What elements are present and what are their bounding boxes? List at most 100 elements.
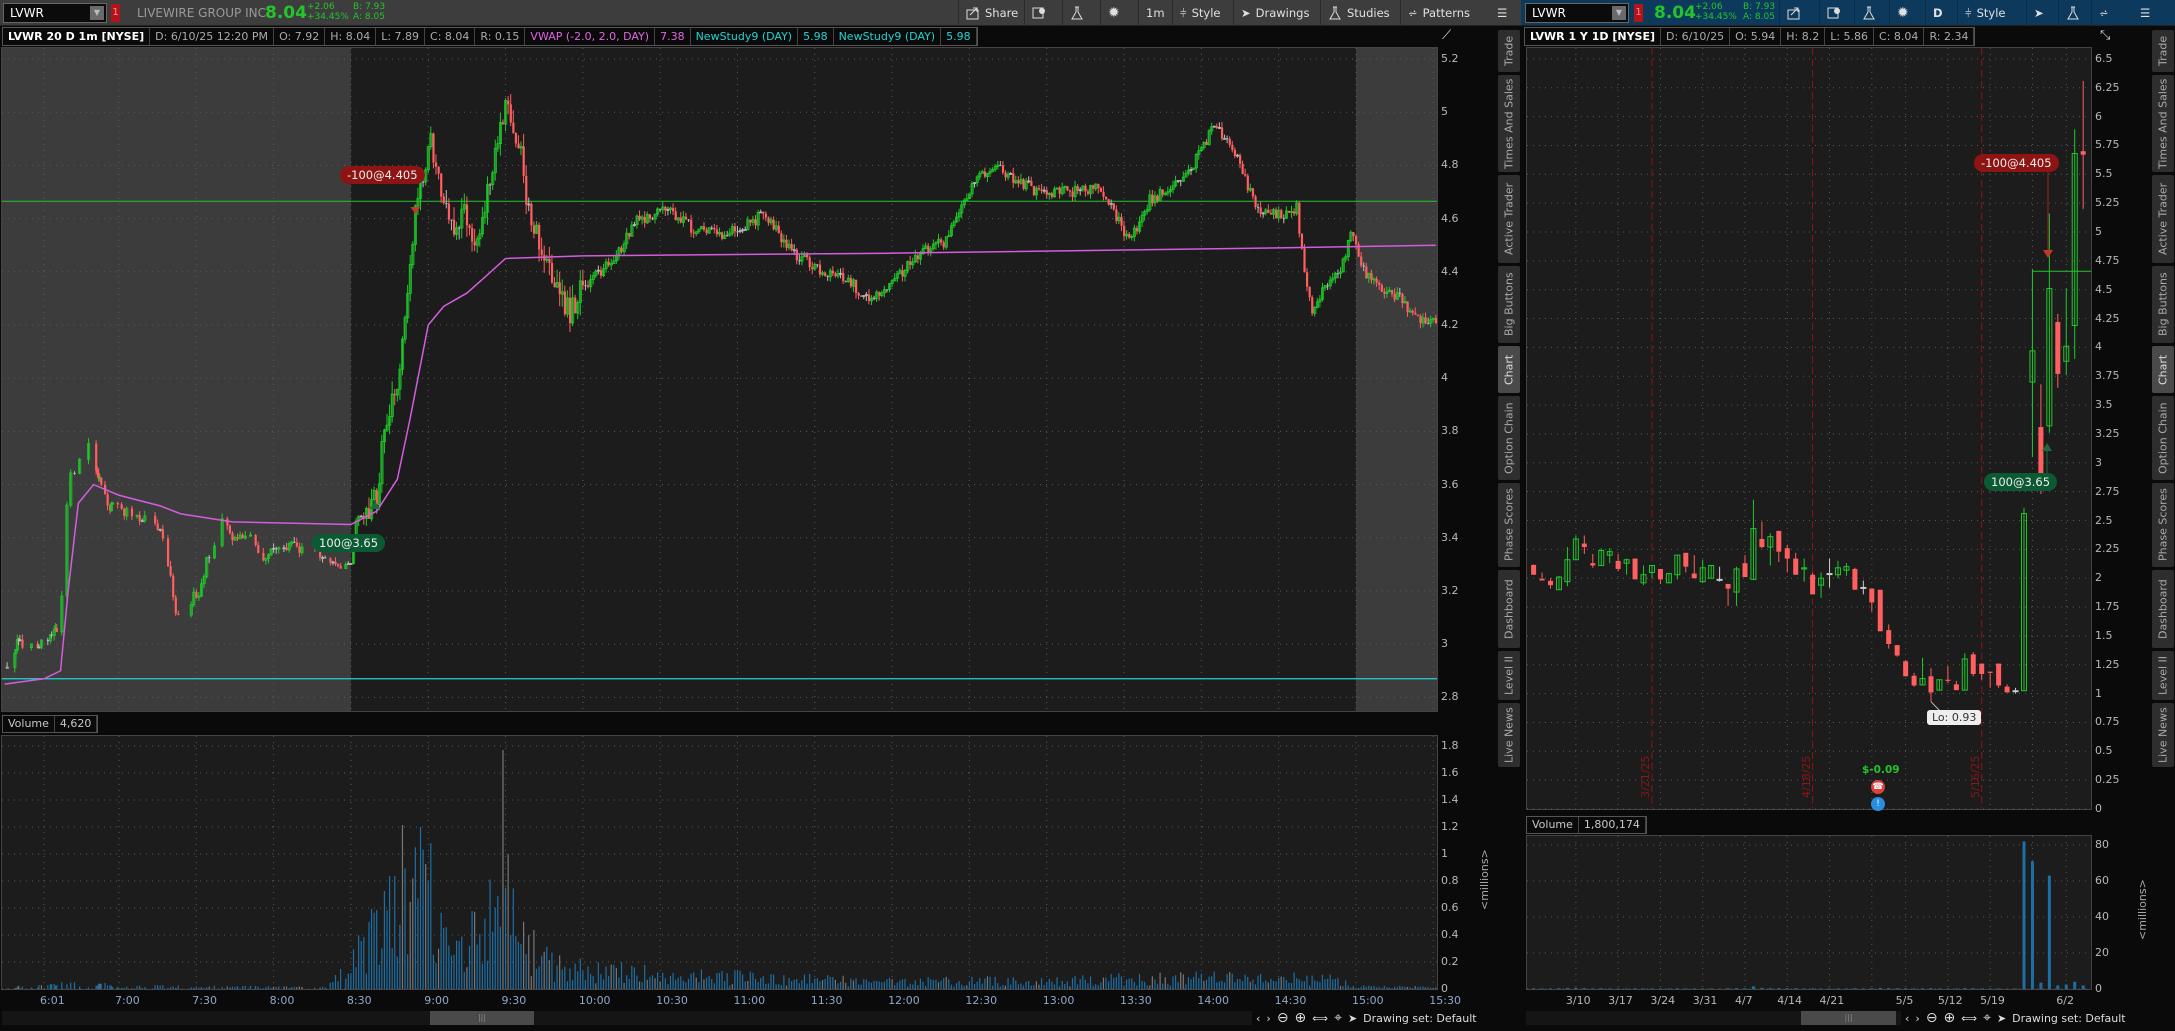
cursor-icon[interactable]: ➤ [1348, 1012, 1357, 1025]
side-tab-times-and-sales[interactable]: Times And Sales [1498, 75, 1520, 172]
pan-icon[interactable]: ⟺ [1961, 1012, 1977, 1025]
zoom-in-icon[interactable]: ⊕ [1295, 1010, 1307, 1026]
time-axis-label: 12:30 [965, 994, 998, 1007]
candle-body [1886, 630, 1892, 644]
candle-body [811, 267, 814, 270]
zoom-out-icon[interactable]: ⊖ [1277, 1010, 1289, 1026]
candle-body [501, 122, 505, 125]
candle-body [749, 219, 752, 223]
candle-body [1231, 144, 1234, 150]
side-tab-active-trader[interactable]: Active Trader [1498, 175, 1520, 263]
volume-bar [1625, 988, 1629, 989]
volume-bar [1870, 988, 1874, 989]
side-tab-big-buttons[interactable]: Big Buttons [2152, 266, 2174, 343]
candle-body [465, 204, 469, 226]
crosshair-icon[interactable]: ⌖ [1334, 1010, 1342, 1026]
zoom-in-icon[interactable]: ⊕ [1944, 1010, 1956, 1026]
volume-bar [1726, 988, 1730, 989]
buy-order-bubble[interactable]: 100@3.65 [1984, 473, 2058, 491]
side-tab-big-buttons[interactable]: Big Buttons [1498, 266, 1520, 343]
volume-axis-label: 1.4 [1441, 793, 1459, 806]
scrollbar-thumb[interactable]: ||| [1801, 1011, 1896, 1025]
candle-body [434, 162, 438, 167]
side-tab-dashboard[interactable]: Dashboard [1498, 570, 1520, 648]
side-tab-phase-scores[interactable]: Phase Scores [1498, 483, 1520, 567]
candle-body [1076, 186, 1079, 191]
sell-arrow-icon [410, 207, 421, 214]
left-horizontal-scrollbar[interactable]: ||| [2, 1011, 1252, 1025]
crosshair-icon[interactable]: ⌖ [1983, 1010, 1991, 1026]
candle-body [254, 534, 257, 545]
side-tab-level-ii[interactable]: Level II [1498, 651, 1520, 700]
volume-bar [2039, 982, 2043, 989]
scroll-left-icon[interactable]: ‹ [1905, 1012, 1909, 1025]
volume-bar [2056, 985, 2060, 989]
date-axis-label: 4/7 [1734, 994, 1753, 1007]
side-tab-chart[interactable]: Chart [2152, 346, 2174, 393]
time-axis-label: 11:00 [733, 994, 766, 1007]
buy-arrow-icon [2042, 443, 2052, 451]
side-tab-dashboard[interactable]: Dashboard [2152, 570, 2174, 648]
candle-body [790, 244, 793, 250]
candle-body [1928, 676, 1934, 693]
pan-icon[interactable]: ⟺ [1312, 1012, 1328, 1025]
candle-body [873, 297, 876, 299]
candle-body [548, 258, 551, 263]
side-tab-live-news[interactable]: Live News [1498, 703, 1520, 767]
sell-order-bubble[interactable]: -100@4.405 [340, 166, 425, 184]
side-tab-times-and-sales[interactable]: Times And Sales [2152, 75, 2174, 172]
candle-body [857, 293, 860, 296]
side-tab-trade[interactable]: Trade [2152, 30, 2174, 72]
candle-body [1590, 563, 1596, 566]
buy-order-bubble[interactable]: 100@3.65 [312, 534, 386, 552]
volume-bar [1861, 988, 1865, 989]
scroll-right-icon[interactable]: › [1266, 1012, 1270, 1025]
candle-body [471, 228, 474, 242]
volume-bar [1616, 988, 1620, 989]
side-tab-chart[interactable]: Chart [1498, 346, 1520, 393]
side-tab-option-chain[interactable]: Option Chain [2152, 396, 2174, 480]
side-tab-phase-scores[interactable]: Phase Scores [2152, 483, 2174, 567]
event-info-icon[interactable]: ! [1871, 797, 1885, 811]
zoom-out-icon[interactable]: ⊖ [1926, 1010, 1938, 1026]
date-axis-label: 3/17 [1608, 994, 1633, 1007]
candle-body [1151, 194, 1154, 203]
drawing-set-label[interactable]: Drawing set: Default [2012, 1012, 2125, 1025]
candle-body [726, 235, 729, 237]
volume-bar [1701, 988, 1705, 989]
price-axis-label: 5 [1441, 105, 1448, 119]
candle-body [138, 515, 141, 521]
cursor-icon[interactable]: ➤ [1997, 1012, 2006, 1025]
price-axis-label: 1.75 [2095, 600, 2120, 614]
side-tab-level-ii[interactable]: Level II [2152, 651, 2174, 700]
volume-bar [1988, 988, 1992, 989]
candle-body [628, 233, 631, 237]
candle-body [1308, 286, 1311, 298]
side-tab-trade[interactable]: Trade [1498, 30, 1520, 72]
candle-body [798, 260, 801, 262]
sell-order-bubble[interactable]: -100@4.405 [1974, 154, 2059, 172]
candle-body [1017, 180, 1020, 184]
candle-body [1416, 314, 1420, 316]
earnings-icon[interactable]: ☎ [1871, 780, 1885, 794]
right-horizontal-scrollbar[interactable]: ||| [1526, 1011, 1901, 1025]
volume-bar [1794, 988, 1798, 989]
scroll-left-icon[interactable]: ‹ [1256, 1012, 1260, 1025]
side-tab-active-trader[interactable]: Active Trader [2152, 175, 2174, 263]
candle-body [1970, 654, 1976, 674]
scrollbar-thumb[interactable]: ||| [430, 1011, 534, 1025]
volume-axis-label: 0.6 [1441, 901, 1459, 914]
drawing-set-label[interactable]: Drawing set: Default [1363, 1012, 1476, 1025]
volume-bar [1929, 988, 1933, 989]
scroll-right-icon[interactable]: › [1915, 1012, 1919, 1025]
side-tab-option-chain[interactable]: Option Chain [1498, 396, 1520, 480]
candle-body [581, 280, 585, 286]
volume-bar [2081, 985, 2085, 989]
price-axis-label: 0.75 [2095, 715, 2120, 729]
volume-bar [1963, 988, 1967, 989]
candle-body [1241, 163, 1244, 175]
side-tab-live-news[interactable]: Live News [2152, 703, 2174, 767]
volume-bar [1684, 988, 1688, 989]
candle-body [818, 264, 822, 275]
candle-body [275, 548, 278, 550]
